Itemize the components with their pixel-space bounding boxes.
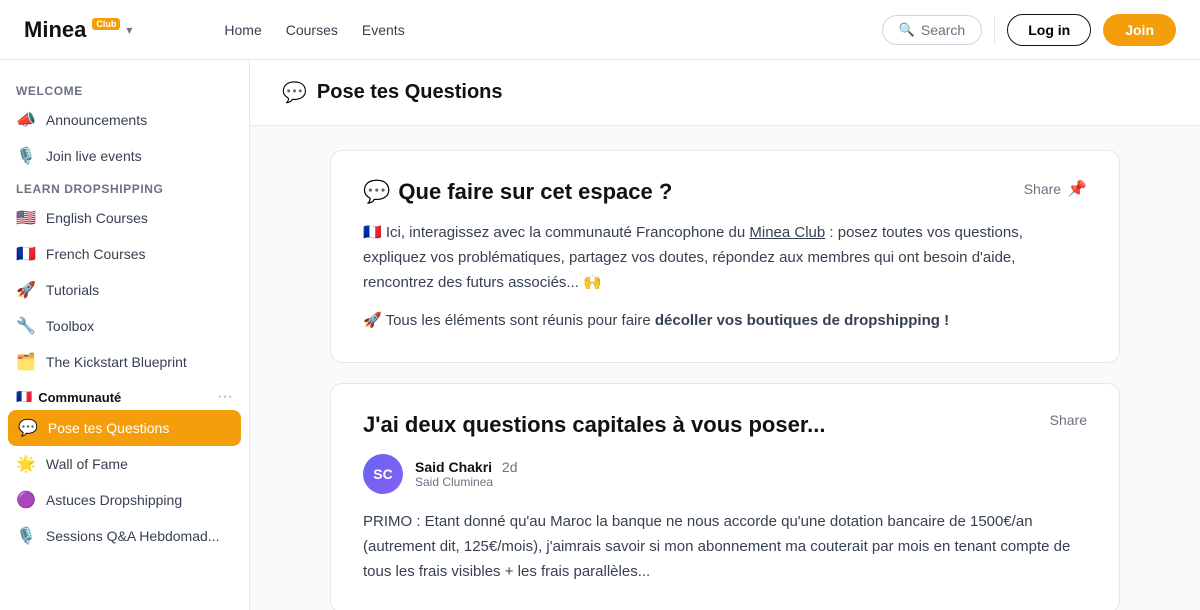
content-header: 💬 Pose tes Questions: [250, 60, 1200, 126]
sidebar: Welcome 📣 Announcements 🎙️ Join live eve…: [0, 60, 250, 610]
post-1-body: 🇫🇷 Ici, interagissez avec la communauté …: [363, 221, 1087, 334]
post-2-timestamp: 2d: [502, 459, 518, 475]
sidebar-item-wall-of-fame[interactable]: 🌟 Wall of Fame: [0, 446, 249, 482]
chevron-down-icon: ▾: [126, 23, 132, 37]
post-2-preview: PRIMO : Etant donné qu'au Maroc la banqu…: [363, 510, 1087, 584]
sidebar-item-wall-of-fame-label: Wall of Fame: [46, 456, 128, 472]
author-handle: Said Cluminea: [415, 475, 518, 489]
tutorials-icon: 🚀: [16, 280, 36, 300]
nav-home[interactable]: Home: [224, 18, 261, 42]
page-title: Pose tes Questions: [317, 81, 503, 104]
sidebar-item-join-live-label: Join live events: [46, 148, 142, 164]
kickstart-icon: 🗂️: [16, 352, 36, 372]
toolbox-icon: 🔧: [16, 316, 36, 336]
post-card-2: J'ai deux questions capitales à vous pos…: [330, 383, 1120, 610]
communaute-more-button[interactable]: ···: [217, 388, 233, 406]
post-2-share-button[interactable]: Share: [1050, 412, 1087, 428]
logo-text: Minea: [24, 17, 86, 43]
minea-club-link[interactable]: Minea Club: [749, 224, 825, 241]
sidebar-item-english-courses[interactable]: 🇺🇸 English Courses: [0, 200, 249, 236]
wall-of-fame-icon: 🌟: [16, 454, 36, 474]
communaute-section-header: 🇫🇷 Communauté ···: [0, 380, 249, 410]
search-icon: 🔍: [899, 22, 915, 38]
post-1-share-button[interactable]: Share 📌: [1024, 179, 1087, 199]
sidebar-item-english-courses-label: English Courses: [46, 210, 148, 226]
french-courses-icon: 🇫🇷: [16, 244, 36, 264]
join-button[interactable]: Join: [1103, 14, 1176, 46]
sidebar-item-toolbox[interactable]: 🔧 Toolbox: [0, 308, 249, 344]
sessions-icon: 🎙️: [16, 526, 36, 546]
post-2-author-row: SC Said Chakri 2d Said Cluminea: [363, 454, 1087, 494]
sidebar-item-pose-tes-questions[interactable]: 💬 Pose tes Questions: [8, 410, 241, 446]
communaute-flag: 🇫🇷: [16, 389, 32, 405]
sidebar-item-sessions-qna[interactable]: 🎙️ Sessions Q&A Hebdomad...: [0, 518, 249, 554]
author-name: Said Chakri 2d: [415, 459, 518, 475]
sidebar-section-welcome: Welcome: [0, 76, 249, 102]
post-1-title-icon: 💬: [363, 179, 390, 205]
sidebar-item-announcements-label: Announcements: [46, 112, 147, 128]
sidebar-item-kickstart-blueprint[interactable]: 🗂️ The Kickstart Blueprint: [0, 344, 249, 380]
post-1-top: 💬 Que faire sur cet espace ? Share 📌: [363, 179, 1087, 205]
sidebar-section-learn: Learn Dropshipping: [0, 174, 249, 200]
sidebar-item-french-courses-label: French Courses: [46, 246, 146, 262]
search-box[interactable]: 🔍 Search: [882, 15, 983, 45]
content-area: 💬 Pose tes Questions 💬 Que faire sur cet…: [250, 60, 1200, 610]
posts-list: 💬 Que faire sur cet espace ? Share 📌 🇫🇷 …: [250, 126, 1200, 610]
post-2-title: J'ai deux questions capitales à vous pos…: [363, 412, 826, 438]
post-card-1: 💬 Que faire sur cet espace ? Share 📌 🇫🇷 …: [330, 150, 1120, 363]
nav-events[interactable]: Events: [362, 18, 405, 42]
sidebar-item-tutorials[interactable]: 🚀 Tutorials: [0, 272, 249, 308]
author-info: Said Chakri 2d Said Cluminea: [415, 459, 518, 489]
sidebar-item-tutorials-label: Tutorials: [46, 282, 99, 298]
post-1-bold-phrase: décoller vos boutiques de dropshipping !: [655, 312, 949, 329]
avatar: SC: [363, 454, 403, 494]
post-2-top: J'ai deux questions capitales à vous pos…: [363, 412, 1087, 438]
app-header: Minea Club ▾ Home Courses Events 🔍 Searc…: [0, 0, 1200, 60]
sidebar-item-announcements[interactable]: 📣 Announcements: [0, 102, 249, 138]
post-1-paragraph-1: 🇫🇷 Ici, interagissez avec la communauté …: [363, 221, 1087, 295]
sidebar-item-astuces-dropshipping[interactable]: 🟣 Astuces Dropshipping: [0, 482, 249, 518]
communaute-title: 🇫🇷 Communauté: [16, 389, 121, 405]
sidebar-item-join-live-events[interactable]: 🎙️ Join live events: [0, 138, 249, 174]
main-layout: Welcome 📣 Announcements 🎙️ Join live eve…: [0, 60, 1200, 610]
live-events-icon: 🎙️: [16, 146, 36, 166]
logo-badge: Club: [92, 18, 120, 30]
sidebar-item-sessions-label: Sessions Q&A Hebdomad...: [46, 528, 220, 544]
logo[interactable]: Minea Club ▾: [24, 17, 132, 43]
english-courses-icon: 🇺🇸: [16, 208, 36, 228]
login-button[interactable]: Log in: [1007, 14, 1091, 46]
sidebar-item-pose-questions-label: Pose tes Questions: [48, 420, 169, 436]
announcements-icon: 📣: [16, 110, 36, 130]
search-label: Search: [921, 22, 965, 38]
sidebar-item-kickstart-label: The Kickstart Blueprint: [46, 354, 187, 370]
main-nav: Home Courses Events: [224, 18, 849, 42]
page-icon: 💬: [282, 80, 307, 105]
post-1-paragraph-2: 🚀 Tous les éléments sont réunis pour fai…: [363, 309, 1087, 334]
pose-questions-icon: 💬: [18, 418, 38, 438]
pin-icon: 📌: [1067, 179, 1087, 199]
post-1-title: 💬 Que faire sur cet espace ?: [363, 179, 672, 205]
header-divider: [994, 16, 995, 44]
post-2-body: PRIMO : Etant donné qu'au Maroc la banqu…: [363, 510, 1087, 584]
sidebar-item-toolbox-label: Toolbox: [46, 318, 94, 334]
sidebar-item-french-courses[interactable]: 🇫🇷 French Courses: [0, 236, 249, 272]
nav-courses[interactable]: Courses: [286, 18, 338, 42]
header-actions: 🔍 Search Log in Join: [882, 14, 1176, 46]
sidebar-item-astuces-label: Astuces Dropshipping: [46, 492, 182, 508]
astuces-icon: 🟣: [16, 490, 36, 510]
